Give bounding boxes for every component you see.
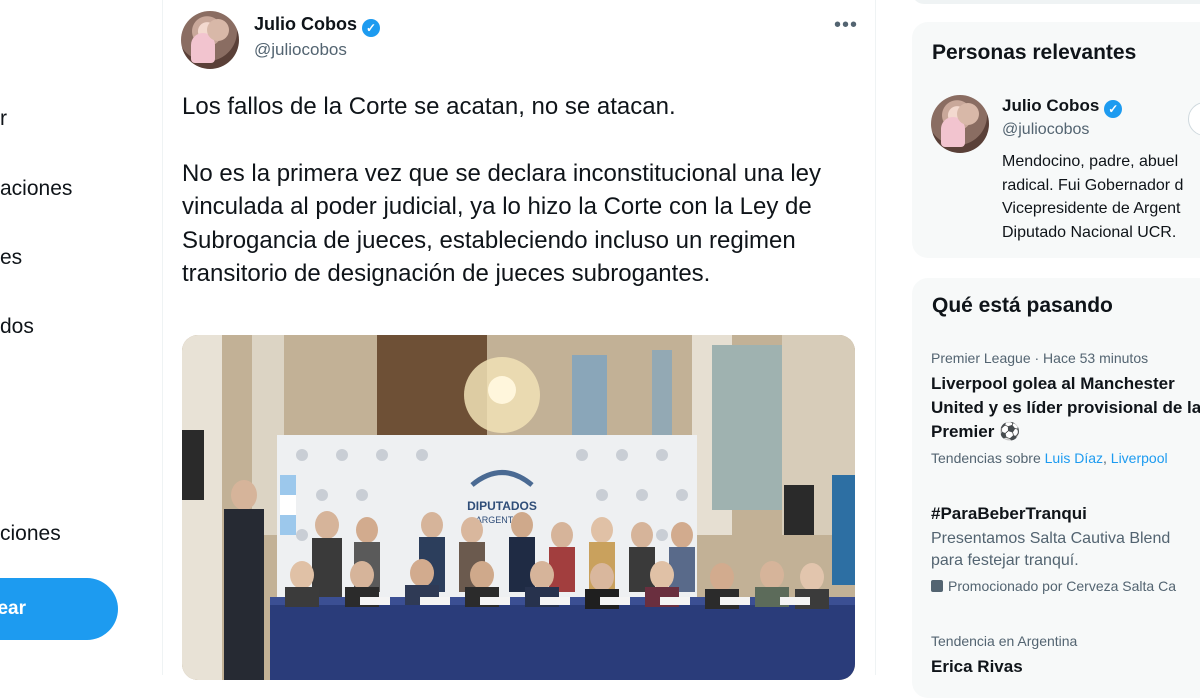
trend-headline: Liverpool golea al Manchester United y e… bbox=[931, 372, 1200, 444]
nav-item-messages[interactable]: es bbox=[0, 246, 22, 270]
promoted-by: Promocionado por Cerveza Salta Ca bbox=[931, 578, 1200, 594]
topics-separator: , bbox=[1103, 450, 1107, 466]
relevant-name[interactable]: Julio Cobos ✓ bbox=[1002, 96, 1123, 118]
relevant-people-card: Personas relevantes Julio Cobos ✓ @julioc… bbox=[912, 22, 1200, 258]
banner-text-line1: DIPUTADOS bbox=[467, 499, 537, 513]
trend-headline-line: Premier ⚽ bbox=[931, 422, 1021, 441]
trend-hashtag: #ParaBeberTranqui bbox=[931, 504, 1087, 523]
left-navigation: r aciones es dos ciones ear bbox=[0, 0, 162, 675]
follow-button[interactable] bbox=[1188, 102, 1200, 136]
author-name-text[interactable]: Julio Cobos bbox=[254, 14, 357, 34]
relevant-bio: Mendocino, padre, abuel radical. Fui Gob… bbox=[1002, 150, 1183, 244]
nav-item-notifications[interactable]: aciones bbox=[0, 177, 72, 201]
trend-item[interactable]: Tendencia en Argentina Erica Rivas bbox=[931, 633, 1200, 677]
verified-badge-icon: ✓ bbox=[362, 19, 380, 37]
trends-title: Qué está pasando bbox=[932, 294, 1113, 317]
promo-line: Presentamos Salta Cautiva Blend bbox=[931, 530, 1171, 547]
promoted-icon bbox=[931, 580, 943, 592]
verified-badge-icon: ✓ bbox=[1104, 100, 1123, 118]
promo-description: Presentamos Salta Cautiva Blend para fes… bbox=[931, 528, 1200, 572]
bio-line: Diputado Nacional UCR. bbox=[1002, 223, 1177, 241]
nav-item-saved[interactable]: dos bbox=[0, 315, 34, 339]
relevant-handle[interactable]: @juliocobos bbox=[1002, 121, 1089, 139]
topic-link-liverpool[interactable]: Liverpool bbox=[1111, 450, 1168, 466]
promo-line: para festejar tranquí. bbox=[931, 552, 1079, 569]
trend-context: Tendencia en Argentina bbox=[931, 633, 1078, 649]
relevant-name-text[interactable]: Julio Cobos bbox=[1002, 96, 1099, 115]
author-handle[interactable]: @juliocobos bbox=[254, 40, 347, 60]
nav-item-1[interactable]: r bbox=[0, 107, 7, 131]
bio-line: Vicepresidente de Argent bbox=[1002, 200, 1181, 217]
bio-line: radical. Fui Gobernador d bbox=[1002, 176, 1184, 194]
author-avatar[interactable] bbox=[181, 11, 239, 69]
nav-item-more-options[interactable]: ciones bbox=[0, 522, 61, 546]
top-card-edge bbox=[912, 0, 1200, 4]
trend-name: Erica Rivas bbox=[931, 657, 1023, 676]
tweet-paragraph-2: No es la primera vez que se declara inco… bbox=[182, 159, 822, 288]
bio-line: Mendocino, padre, abuel bbox=[1002, 153, 1179, 170]
promoted-label: Promocionado por Cerveza Salta Ca bbox=[948, 578, 1177, 594]
more-options-icon[interactable]: ••• bbox=[834, 14, 858, 37]
topics-prefix: Tendencias sobre bbox=[931, 450, 1041, 466]
photo-illustration: DIPUTADOS ARGENTINA bbox=[182, 335, 855, 680]
trend-headline-line: Liverpool golea al Manchester bbox=[931, 374, 1175, 393]
relevant-people-title: Personas relevantes bbox=[932, 41, 1137, 64]
promoted-trend[interactable]: #ParaBeberTranqui Presentamos Salta Caut… bbox=[931, 504, 1200, 594]
trends-card: Qué está pasando Premier League · Hace 5… bbox=[912, 278, 1200, 698]
tweet-text: Los fallos de la Corte se acatan, no se … bbox=[182, 90, 832, 291]
trend-topics: Tendencias sobre Luis Díaz, Liverpool bbox=[931, 450, 1200, 466]
topic-link-luis-diaz[interactable]: Luis Díaz bbox=[1045, 450, 1103, 466]
relevant-avatar[interactable] bbox=[931, 95, 989, 153]
tweet-paragraph-1: Los fallos de la Corte se acatan, no se … bbox=[182, 93, 676, 120]
trend-headline-line: United y es líder provisional de la bbox=[931, 398, 1200, 417]
tweet-button[interactable]: ear bbox=[0, 578, 118, 640]
trend-context: Premier League · Hace 53 minutos bbox=[931, 350, 1149, 366]
tweet-photo[interactable]: DIPUTADOS ARGENTINA bbox=[182, 335, 855, 680]
author-name[interactable]: Julio Cobos ✓ bbox=[254, 14, 380, 37]
trend-item[interactable]: Premier League · Hace 53 minutos Liverpo… bbox=[931, 350, 1200, 466]
